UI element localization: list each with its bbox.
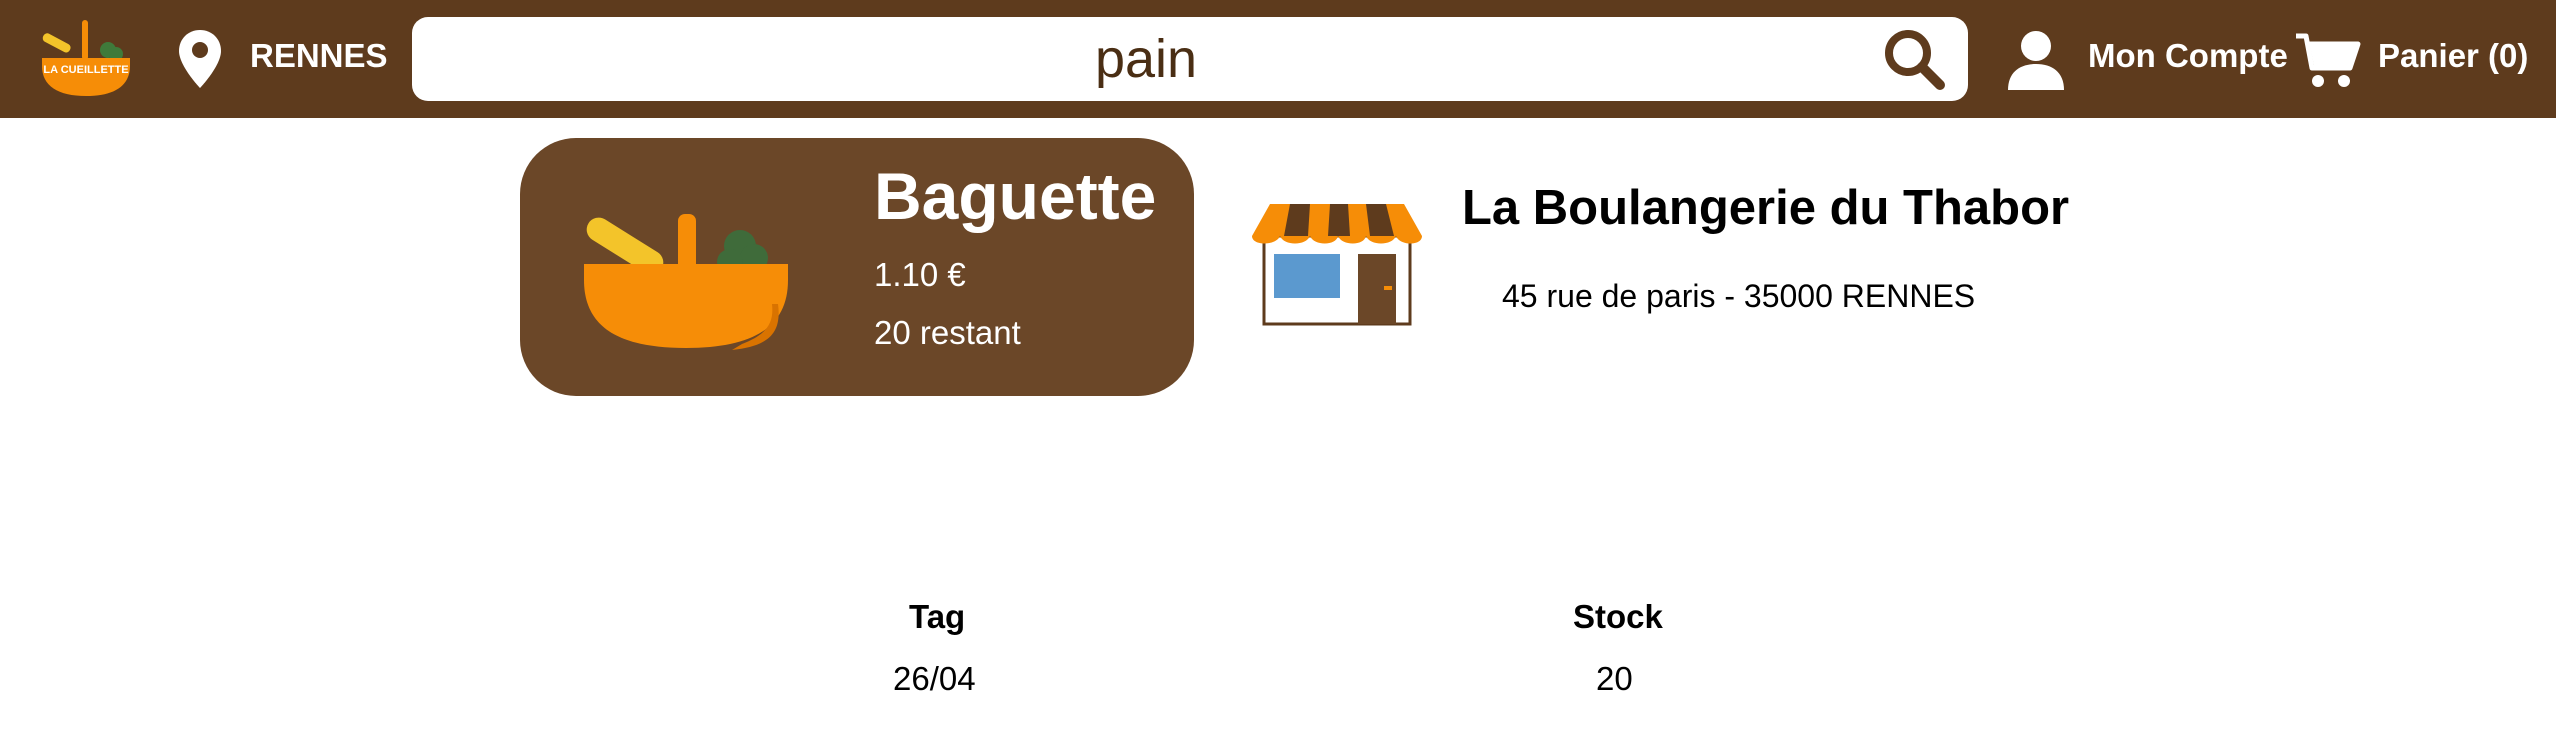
search-input[interactable] (436, 17, 1856, 101)
city-selector[interactable]: RENNES (250, 36, 388, 76)
search-bar (412, 17, 1968, 101)
product-price: 1.10 € (874, 256, 966, 293)
search-icon[interactable] (1882, 27, 1946, 91)
logo-text: LA CUEILLETTE (43, 64, 128, 76)
cart-link[interactable]: Panier (0) (2378, 36, 2528, 76)
user-icon[interactable] (2006, 28, 2066, 92)
top-navbar: LA CUEILLETTE RENNES Mon Compte Panier (… (0, 0, 2556, 118)
table-header-stock: Stock (1573, 598, 1663, 635)
cart-icon[interactable] (2294, 30, 2362, 90)
location-pin-icon (179, 30, 221, 88)
basket-icon (584, 214, 788, 350)
basket-logo-icon[interactable]: LA CUEILLETTE (38, 18, 134, 100)
table-cell-stock: 20 (1596, 660, 1633, 697)
account-link[interactable]: Mon Compte (2088, 36, 2288, 76)
shop-address: 45 rue de paris - 35000 RENNES (1502, 278, 1976, 314)
shop-name[interactable]: La Boulangerie du Thabor (1462, 180, 2069, 236)
product-stock: 20 restant (874, 314, 1021, 351)
product-name: Baguette (874, 159, 1157, 233)
table-header-tag: Tag (909, 598, 966, 635)
shop-icon (1252, 204, 1422, 326)
table-cell-tag: 26/04 (893, 660, 976, 697)
product-card[interactable]: Baguette 1.10 € 20 restant (520, 138, 1194, 396)
